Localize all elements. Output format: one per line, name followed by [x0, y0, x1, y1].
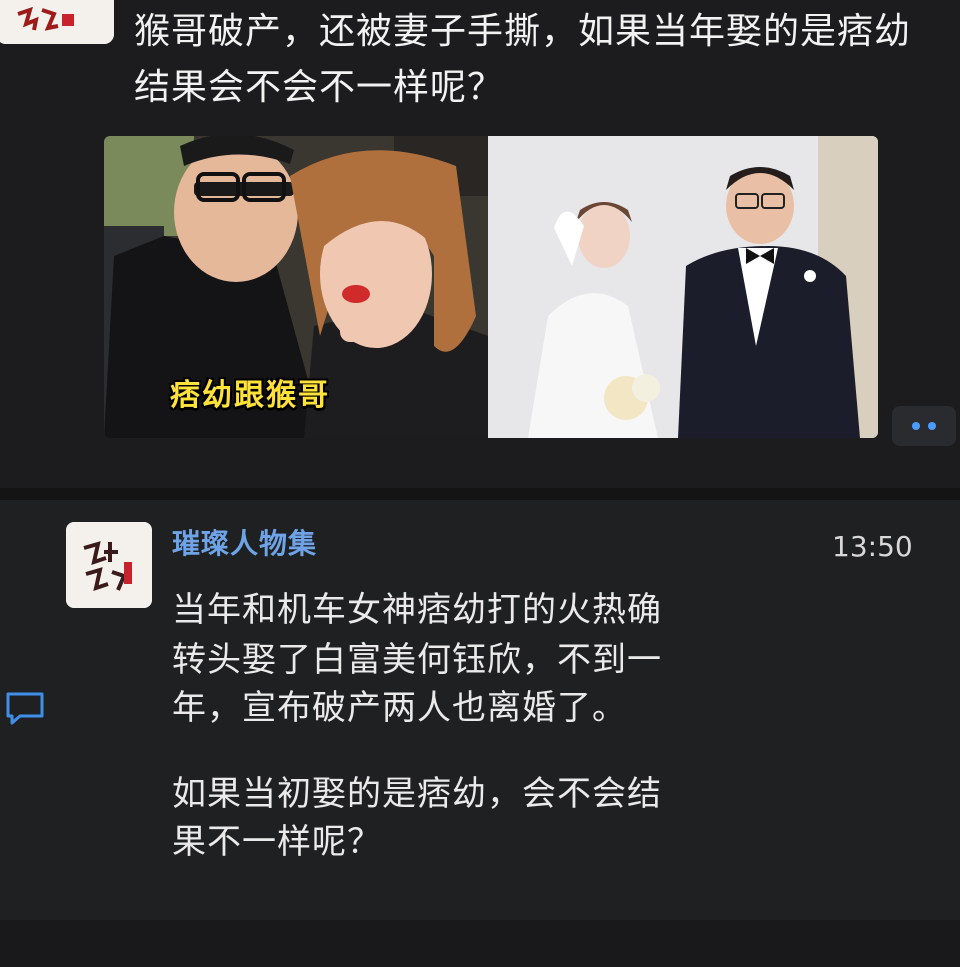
- more-dots-icon: [928, 422, 936, 430]
- post-image[interactable]: 痞幼跟猴哥: [104, 136, 878, 438]
- message-line: 转头娶了白富美何钰欣，不到一: [172, 640, 662, 680]
- message-time: 13:50: [832, 530, 913, 563]
- bottom-strip: [0, 920, 960, 967]
- message-line: 果不一样呢？: [172, 822, 382, 862]
- comment-icon[interactable]: [4, 690, 46, 726]
- top-post-card[interactable]: 猴哥破产，还被妻子手撕，如果当年娶的是痞幼结果会不会不一样呢？ 痞幼跟猴哥: [0, 0, 960, 488]
- post-title[interactable]: 猴哥破产，还被妻子手撕，如果当年娶的是痞幼结果会不会不一样呢？: [134, 4, 944, 116]
- message-line: 如果当初娶的是痞幼，会不会结: [172, 774, 662, 814]
- message-line: 年，宣布破产两人也离婚了。: [172, 688, 627, 728]
- message-line: 当年和机车女神痞幼打的火热确: [172, 590, 662, 630]
- avatar[interactable]: [0, 0, 114, 44]
- more-button[interactable]: [892, 406, 956, 446]
- wedding-photo: [488, 136, 878, 438]
- divider: [0, 488, 960, 500]
- sender-name[interactable]: 璀璨人物集: [172, 522, 317, 562]
- image-caption: 痞幼跟猴哥: [170, 378, 330, 413]
- sender-avatar[interactable]: [66, 522, 152, 608]
- brand-logo-icon: [0, 0, 114, 44]
- more-dots-icon: [912, 422, 920, 430]
- brand-logo-icon: [66, 522, 152, 608]
